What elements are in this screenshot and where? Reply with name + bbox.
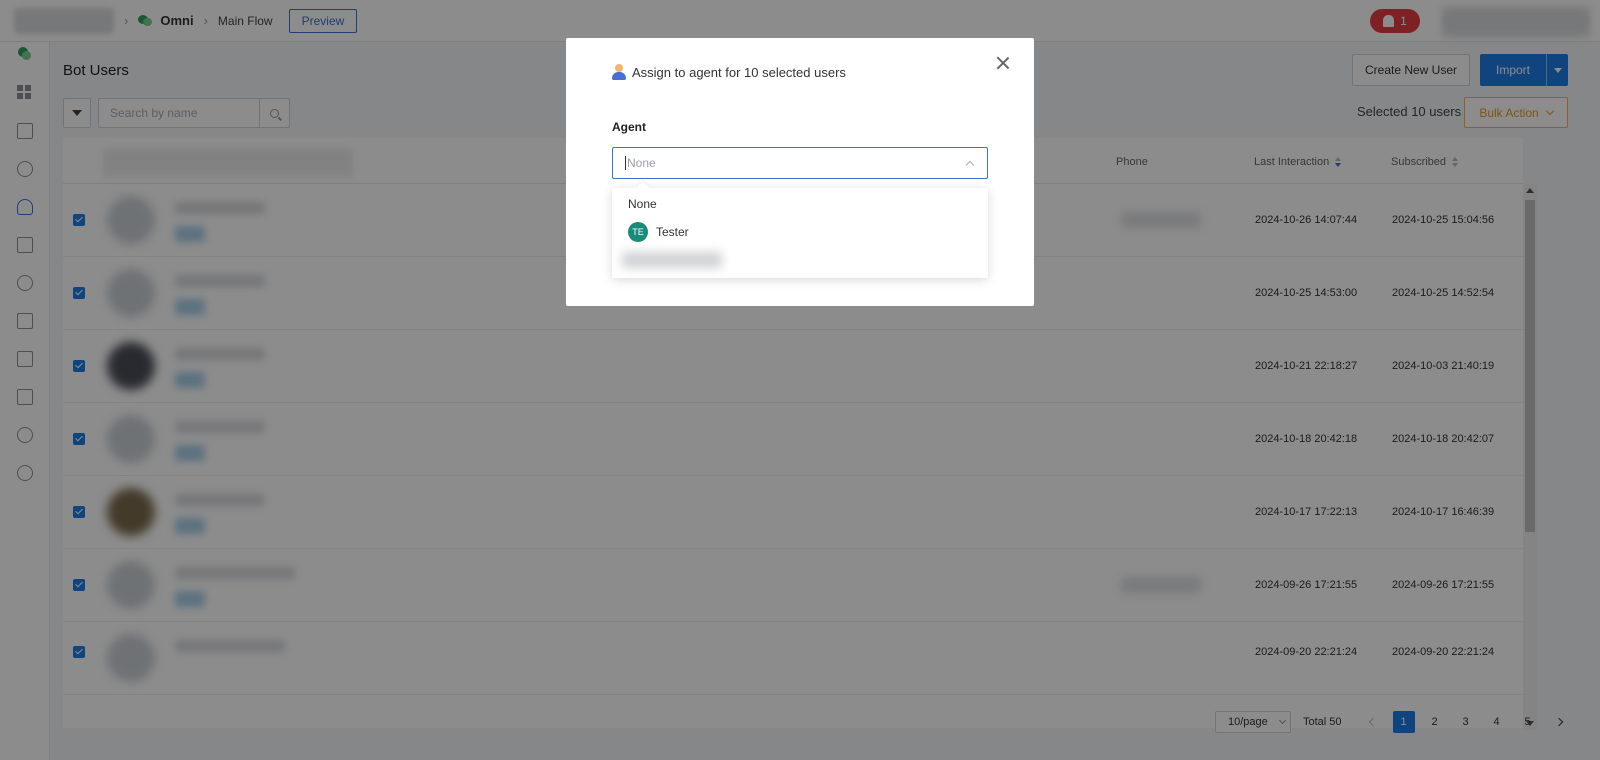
avatar: TE: [628, 222, 648, 242]
chevron-up-icon: [965, 160, 975, 170]
option-label: Tester: [656, 225, 689, 239]
agent-icon: [612, 64, 626, 80]
text-cursor: [625, 156, 626, 170]
option-label: None: [628, 197, 657, 211]
dropdown-option-tester[interactable]: TE Tester: [612, 218, 988, 246]
agent-dropdown-menu: None TE Tester: [612, 180, 988, 278]
agent-select-value: None: [627, 156, 656, 170]
close-icon[interactable]: [996, 56, 1010, 70]
agent-select[interactable]: None: [612, 147, 988, 179]
agent-field-label: Agent: [612, 120, 646, 134]
dropdown-option-redacted[interactable]: [622, 252, 722, 268]
dialog-title-text: Assign to agent for 10 selected users: [632, 64, 846, 80]
dialog-title: Assign to agent for 10 selected users: [612, 64, 846, 80]
dropdown-option-none[interactable]: None: [612, 190, 988, 218]
